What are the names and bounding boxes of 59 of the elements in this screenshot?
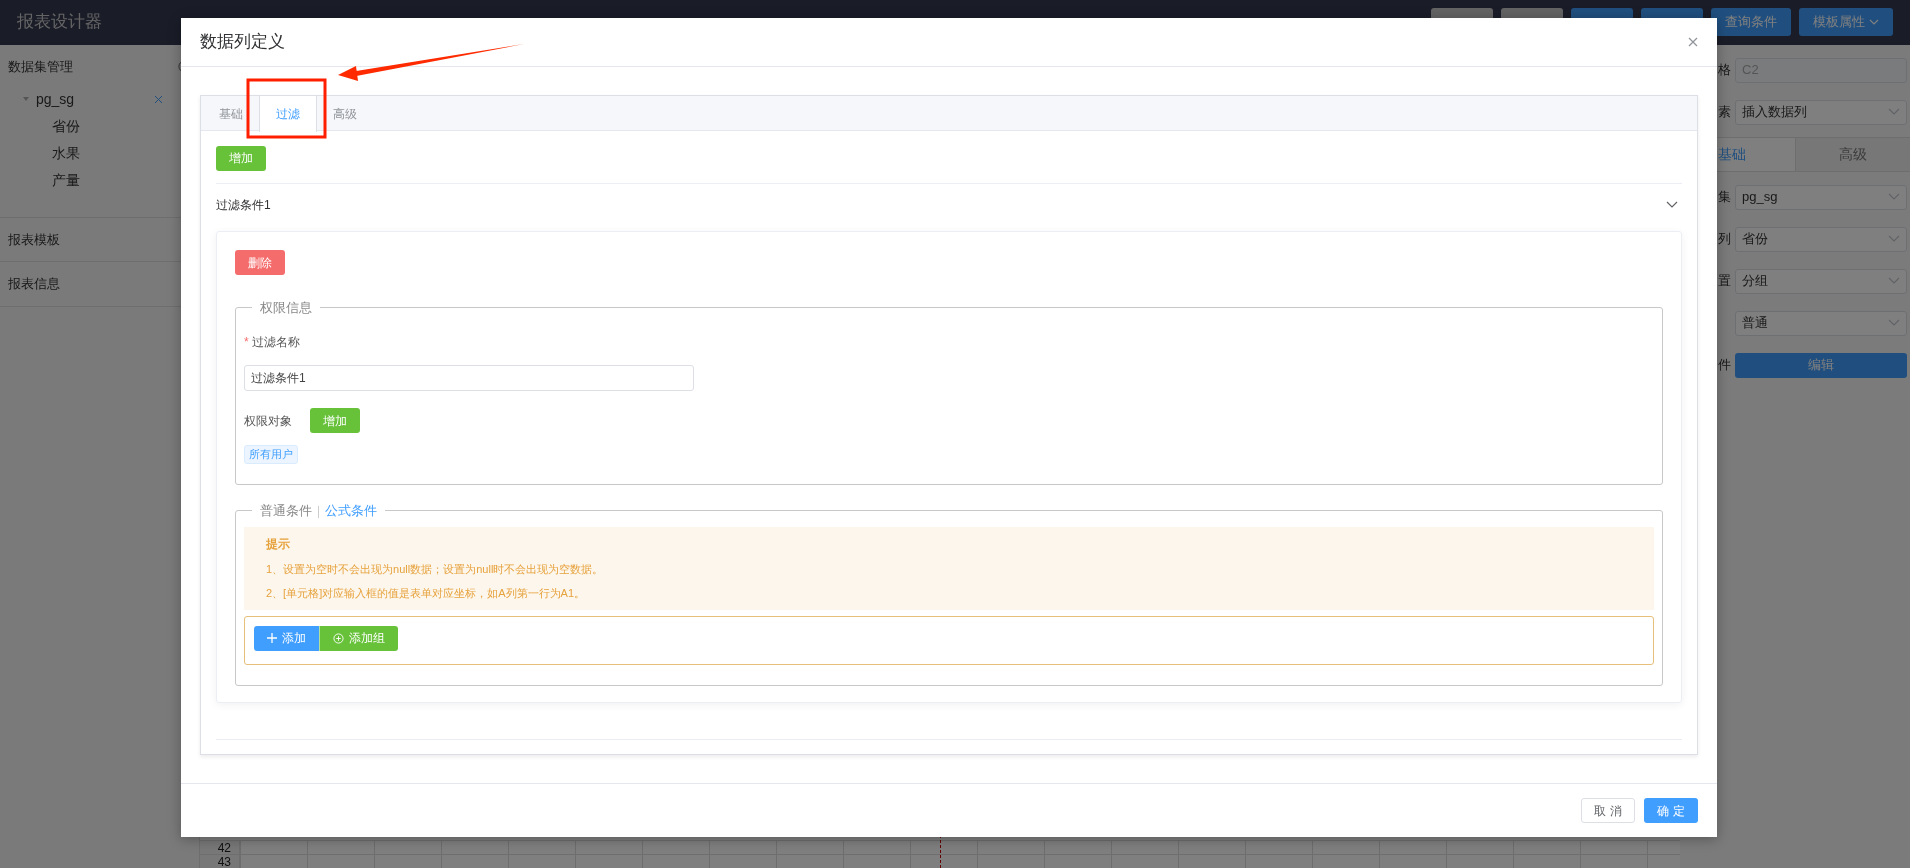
chevron-down-icon	[1888, 277, 1900, 285]
filter-name-input[interactable]: 过滤条件1	[244, 365, 694, 391]
panel-tab[interactable]: 高级	[1795, 138, 1910, 171]
tip-line: 1、设置为空时不会出现为null数据；设置为null时不会出现为空数据。	[266, 561, 605, 577]
app-title: 报表设计器	[17, 11, 102, 33]
required-mark: *	[244, 335, 249, 349]
field-label: 列	[1718, 231, 1731, 247]
dialog-tab[interactable]: 基础	[203, 96, 259, 131]
field-label: 素	[1718, 104, 1731, 120]
section-title[interactable]: 数据集管理	[8, 57, 73, 77]
dialog-tab[interactable]: 高级	[317, 96, 373, 131]
field-label: 格	[1718, 62, 1731, 78]
collapse-title[interactable]: 过滤条件1	[216, 196, 271, 214]
field-item[interactable]: 水果	[0, 142, 80, 164]
add-condition-button[interactable]: 添加	[254, 625, 319, 651]
chevron-down-icon	[1888, 319, 1900, 327]
condition-tab[interactable]: 普通条件	[260, 503, 312, 518]
select-field[interactable]: 插入数据列	[1735, 99, 1907, 125]
close-icon[interactable]	[154, 94, 163, 104]
field-label: 置	[1718, 273, 1731, 289]
select-field[interactable]: 普通	[1735, 310, 1907, 336]
field-label: 集	[1718, 189, 1731, 205]
chevron-down-icon	[1888, 108, 1900, 116]
row-number: 42	[200, 841, 240, 854]
field-item[interactable]: 省份	[0, 115, 80, 137]
chevron-icon[interactable]	[1666, 201, 1678, 209]
field-item[interactable]: 产量	[0, 169, 80, 191]
dataset-name[interactable]: pg_sg	[36, 88, 148, 110]
tip-title: 提示	[266, 535, 291, 553]
user-tag: 所有用户	[244, 445, 298, 464]
section-title[interactable]: 报表信息	[8, 274, 60, 294]
chevron-down-icon	[1888, 193, 1900, 201]
toolbar-button[interactable]: 模板属性	[1799, 8, 1893, 36]
tip-line: 2、[单元格]对应输入框的值是表单对应坐标，如A列第一行为A1。	[266, 586, 587, 601]
add-filter-button[interactable]: 增加	[216, 145, 266, 171]
close-icon[interactable]	[1688, 37, 1698, 47]
add-button[interactable]: 增加	[310, 408, 360, 433]
fieldset-legend: 权限信息	[260, 300, 312, 315]
field-label: 过滤名称	[251, 335, 300, 349]
delete-button[interactable]: 删除	[235, 250, 285, 275]
dialog-title: 数据列定义	[200, 31, 285, 54]
select-field[interactable]: 分组	[1735, 268, 1907, 294]
edit-button[interactable]: 编辑	[1735, 352, 1907, 378]
chevron-down-icon	[1888, 235, 1900, 243]
add-group-button[interactable]: 添加组	[319, 625, 398, 651]
plus-icon	[267, 633, 277, 643]
toolbar-button[interactable]: 查询条件	[1711, 8, 1791, 36]
field-label: 件	[1718, 357, 1731, 373]
section-title[interactable]: 报表模板	[8, 229, 60, 249]
caret-icon[interactable]	[22, 95, 30, 103]
plus-circle-icon	[333, 632, 344, 644]
condition-tab[interactable]: 公式条件	[325, 503, 377, 518]
cancel-button[interactable]: 取 消	[1581, 798, 1635, 823]
select-field[interactable]: 省份	[1735, 226, 1907, 252]
select-field[interactable]: pg_sg	[1735, 184, 1907, 210]
row-number: 43	[200, 855, 240, 868]
confirm-button[interactable]: 确 定	[1644, 798, 1698, 823]
dialog-tab[interactable]: 过滤	[259, 96, 317, 132]
field-label: 权限对象	[244, 412, 292, 430]
